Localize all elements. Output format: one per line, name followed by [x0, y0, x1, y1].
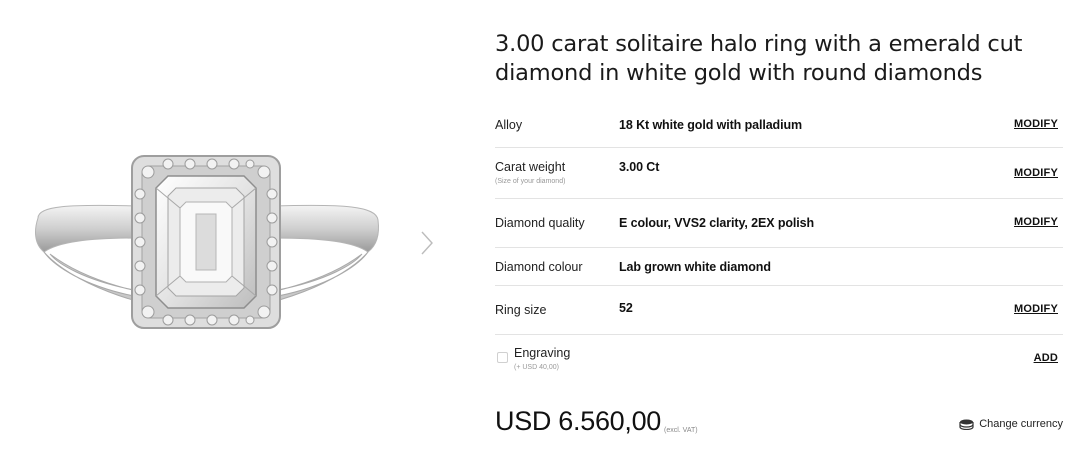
chevron-right-icon[interactable]: [418, 228, 438, 258]
option-row-diamond-quality: Diamond quality E colour, VVS2 clarity, …: [495, 199, 1063, 248]
option-value: Lab grown white diamond: [619, 260, 771, 274]
product-title: 3.00 carat solitaire halo ring with a em…: [495, 30, 1055, 88]
option-value: E colour, VVS2 clarity, 2EX polish: [619, 216, 815, 230]
modify-alloy-button[interactable]: MODIFY: [1014, 118, 1058, 130]
product-details: 3.00 carat solitaire halo ring with a em…: [495, 0, 1065, 452]
change-currency-label: Change currency: [979, 418, 1063, 430]
option-value: 52: [619, 301, 633, 315]
engraving-checkbox[interactable]: [497, 352, 508, 363]
product-title-line2: diamond in white gold with round diamond…: [495, 60, 983, 86]
option-row-ring-size: Ring size 52 MODIFY: [495, 286, 1063, 335]
coins-icon: [959, 419, 974, 430]
option-row-diamond-colour: Diamond colour Lab grown white diamond: [495, 248, 1063, 286]
option-value: 18 Kt white gold with palladium: [619, 118, 803, 132]
option-row-carat-weight: Carat weight (Size of your diamond) 3.00…: [495, 148, 1063, 199]
engraving-label: Engraving: [514, 346, 571, 360]
add-engraving-button[interactable]: ADD: [1034, 352, 1058, 364]
option-row-engraving: Engraving (+ USD 40,00) ADD: [495, 335, 1063, 381]
option-row-alloy: Alloy 18 Kt white gold with palladium MO…: [495, 104, 1063, 148]
ring-image: [35, 155, 379, 329]
option-label: Diamond colour: [495, 260, 583, 274]
option-label: Diamond quality: [495, 216, 585, 230]
change-currency-button[interactable]: Change currency: [959, 418, 1063, 430]
vat-note: (excl. VAT): [664, 427, 698, 434]
modify-ring-size-button[interactable]: MODIFY: [1014, 303, 1058, 315]
option-label: Carat weight: [495, 160, 566, 174]
product-title-line1: 3.00 carat solitaire halo ring with a em…: [495, 31, 1023, 57]
product-gallery: [0, 0, 470, 452]
modify-carat-button[interactable]: MODIFY: [1014, 167, 1058, 179]
option-sublabel: (Size of your diamond): [495, 178, 566, 185]
price: USD 6.560,00: [495, 406, 662, 436]
option-label: Ring size: [495, 303, 547, 317]
option-label: Alloy: [495, 118, 523, 132]
option-value: 3.00 Ct: [619, 160, 660, 174]
modify-quality-button[interactable]: MODIFY: [1014, 216, 1058, 228]
engraving-price: (+ USD 40,00): [514, 364, 559, 371]
